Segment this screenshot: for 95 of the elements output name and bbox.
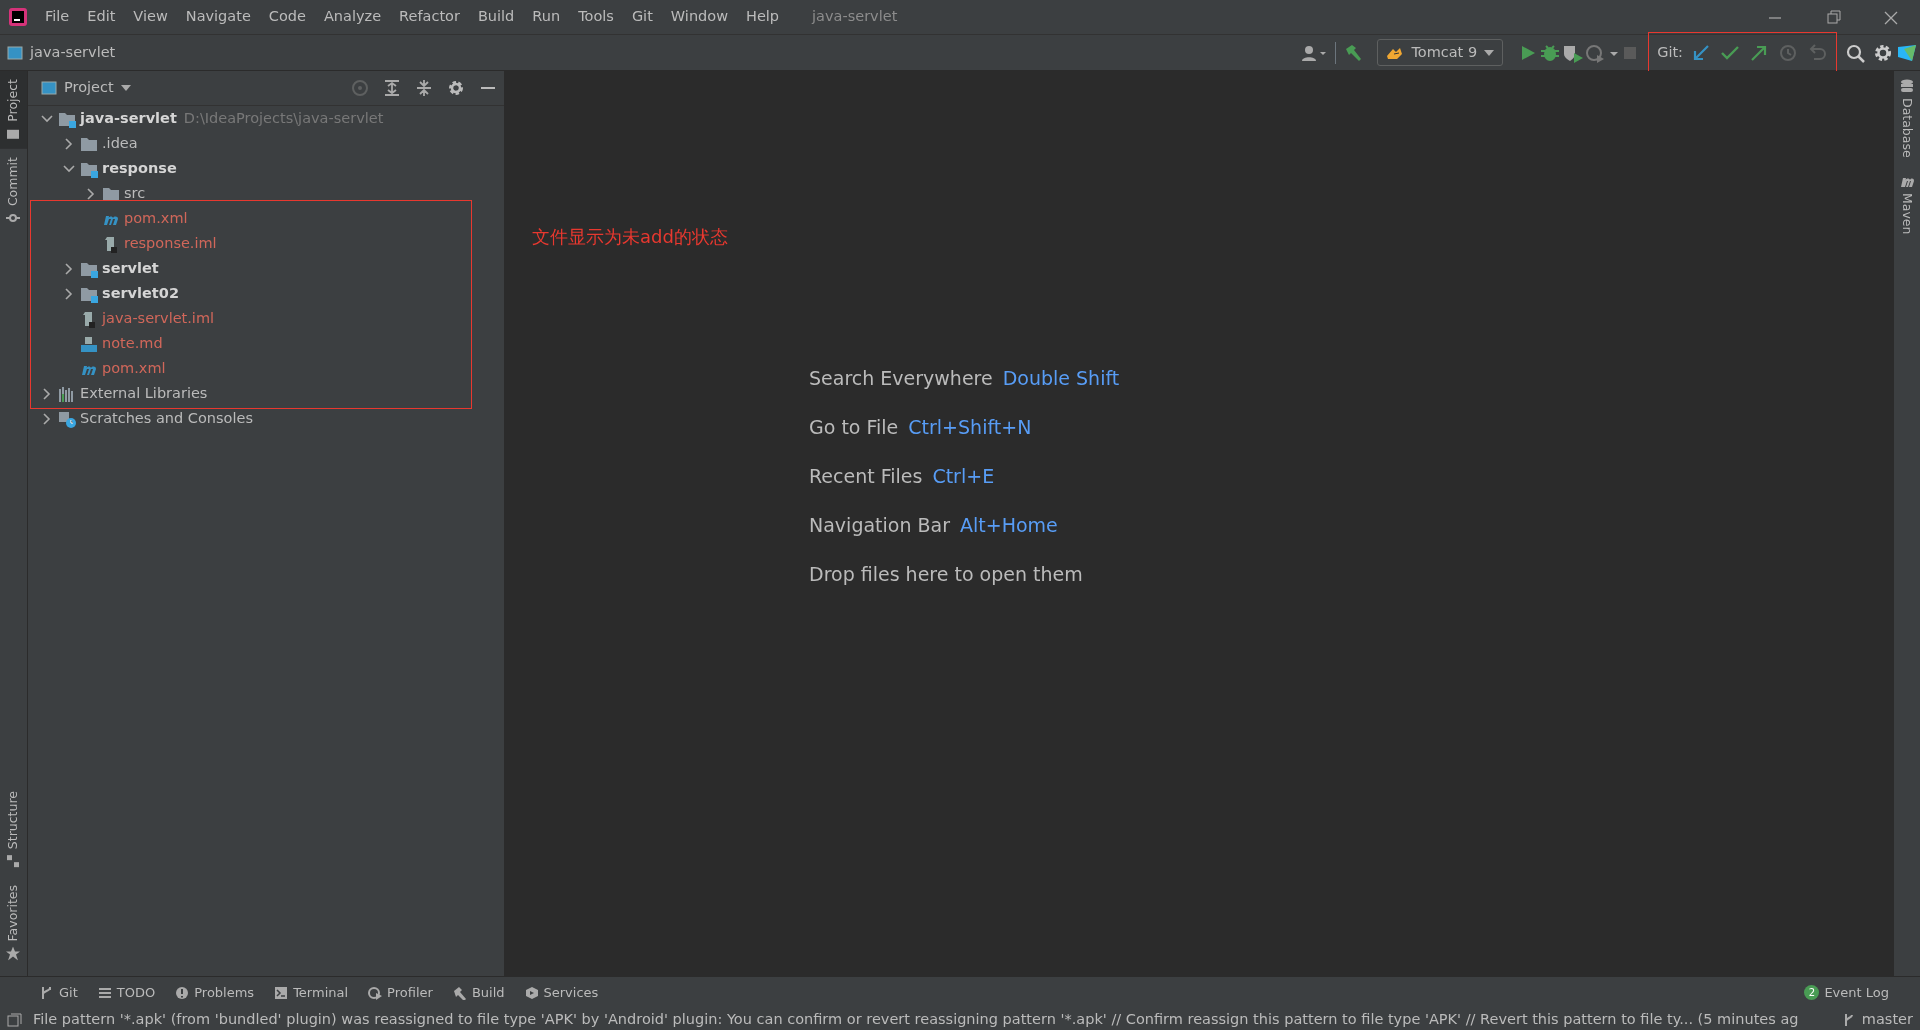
tool-window-tab[interactable]: Database	[1894, 71, 1920, 166]
menu-item[interactable]: Refactor	[390, 6, 469, 28]
tree-item[interactable]: .idea	[102, 132, 138, 155]
chevron-right-icon[interactable]	[63, 262, 75, 275]
status-message: File pattern '*.apk' (from 'bundled' plugin) was reassigned to file type 'APK' by 'Android' plugin: You can confirm or revert reassigning pattern '*.apk' // Confirm reassign this pattern to file type 'APK' // Revert this pattern to file ty... (5 minutes ag	[33, 1009, 1799, 1029]
tool-window-button[interactable]: Problems	[165, 982, 265, 1003]
hint-label: Navigation Bar	[809, 513, 950, 539]
tree-item[interactable]: Scratches and Consoles	[80, 407, 253, 430]
tool-window-button[interactable]: TODO	[87, 982, 166, 1003]
annotation-text: 文件显示为未add的状态	[532, 225, 728, 249]
git-label: Git:	[1657, 42, 1683, 62]
module-icon	[7, 45, 23, 60]
collapse-all-icon[interactable]	[415, 79, 433, 97]
menu-item[interactable]: Build	[468, 6, 524, 28]
menu-item[interactable]: Help	[737, 6, 789, 28]
hammer-icon[interactable]	[1343, 42, 1364, 63]
shortcut-text: Double Shift	[1002, 366, 1120, 392]
profiler-icon	[368, 985, 383, 1000]
problems-icon	[175, 985, 190, 1000]
tree-item[interactable]: pom.xml	[124, 207, 188, 230]
module-icon	[41, 81, 57, 95]
menu-item[interactable]: Code	[259, 6, 315, 28]
menu-item[interactable]: Run	[523, 6, 570, 28]
menu-item[interactable]: Window	[661, 6, 737, 28]
window-title: java-servlet	[812, 7, 898, 27]
menu-item[interactable]: Edit	[78, 6, 125, 28]
caret-icon	[120, 85, 131, 91]
menu-item[interactable]: Git	[622, 6, 662, 28]
tool-window-button[interactable]: Build	[442, 982, 515, 1003]
tree-item[interactable]: response	[102, 157, 177, 180]
file-icon	[102, 234, 120, 253]
bug-icon[interactable]	[1539, 42, 1562, 63]
menu-item[interactable]: Navigate	[176, 6, 260, 28]
chevron-right-icon[interactable]	[63, 287, 75, 300]
profiler-icon[interactable]	[1585, 42, 1620, 63]
tool-window-button[interactable]: Services	[514, 982, 609, 1003]
chevron-down-icon[interactable]	[41, 112, 53, 125]
hint-label: Drop files here to open them	[809, 562, 1083, 588]
caret-icon	[1484, 49, 1495, 56]
tool-window-tab[interactable]: Favorites	[0, 876, 27, 968]
structure-icon	[6, 854, 21, 869]
expand-all-icon[interactable]	[383, 79, 401, 97]
count-badge: 2	[1804, 985, 1820, 1000]
terminal-icon	[274, 985, 289, 1000]
database-icon	[1900, 79, 1914, 93]
build-icon	[452, 985, 467, 1000]
tree-item[interactable]: java-servlet	[80, 107, 177, 130]
chevron-right-icon[interactable]	[63, 137, 75, 150]
tree-item[interactable]: External Libraries	[80, 382, 208, 405]
tree-item[interactable]: java-servlet.iml	[102, 307, 215, 330]
chevron-right-icon[interactable]	[41, 387, 53, 400]
menu-item[interactable]: View	[124, 6, 177, 28]
tree-item[interactable]: servlet	[102, 257, 159, 280]
chevron-right-icon[interactable]	[85, 187, 97, 200]
tool-window-tab[interactable]: Maven	[1894, 165, 1920, 243]
tool-window-tab[interactable]: Commit	[0, 148, 27, 233]
menu-item[interactable]: File	[36, 6, 79, 28]
hint-label: Recent Files	[809, 464, 923, 490]
tree-item[interactable]: response.iml	[124, 232, 217, 255]
panel-title-dropdown[interactable]: Project	[35, 76, 137, 100]
panel-icon	[7, 1012, 23, 1027]
star-icon	[6, 946, 21, 960]
markdown-file-icon	[80, 334, 98, 353]
menu-item[interactable]: Tools	[569, 6, 623, 28]
services-icon	[524, 985, 539, 1000]
chevron-down-icon[interactable]	[63, 162, 75, 175]
tool-window-tab[interactable]: Project	[0, 71, 27, 149]
shortcut-text: Ctrl+Shift+N	[908, 415, 1032, 441]
tool-window-tab[interactable]: Structure	[0, 783, 27, 877]
branch-icon	[1842, 1012, 1855, 1027]
settings-icon[interactable]	[447, 79, 465, 97]
todo-icon	[97, 985, 112, 1000]
libraries-icon	[58, 384, 76, 403]
chevron-right-icon[interactable]	[41, 412, 53, 425]
event-log-button[interactable]: 2 Event Log	[1794, 982, 1899, 1003]
shortcut-text: Ctrl+E	[932, 464, 995, 490]
app-logo-icon	[8, 7, 28, 27]
tool-window-button[interactable]: Git	[30, 982, 88, 1003]
tree-item[interactable]: pom.xml	[102, 357, 166, 380]
tool-window-button[interactable]: Profiler	[358, 982, 443, 1003]
tree-item[interactable]: src	[124, 182, 146, 205]
hint-label: Go to File	[809, 415, 899, 441]
breadcrumb-item[interactable]: java-servlet	[30, 41, 116, 64]
git-branch-widget[interactable]: master	[1861, 1008, 1913, 1030]
scratches-icon	[58, 409, 76, 428]
tool-window-button[interactable]: Terminal	[264, 982, 359, 1003]
menu-item[interactable]: Analyze	[314, 6, 391, 28]
git-icon	[40, 985, 54, 1000]
hint-label: Search Everywhere	[809, 366, 993, 392]
path-text: D:\IdeaProjects\java-servlet	[183, 108, 384, 128]
tree-item[interactable]: servlet02	[102, 282, 179, 305]
tree-item[interactable]: note.md	[102, 332, 163, 355]
shortcut-text: Alt+Home	[960, 513, 1058, 539]
file-icon	[80, 309, 98, 328]
run-configuration-dropdown[interactable]: Tomcat 9	[1377, 39, 1504, 66]
